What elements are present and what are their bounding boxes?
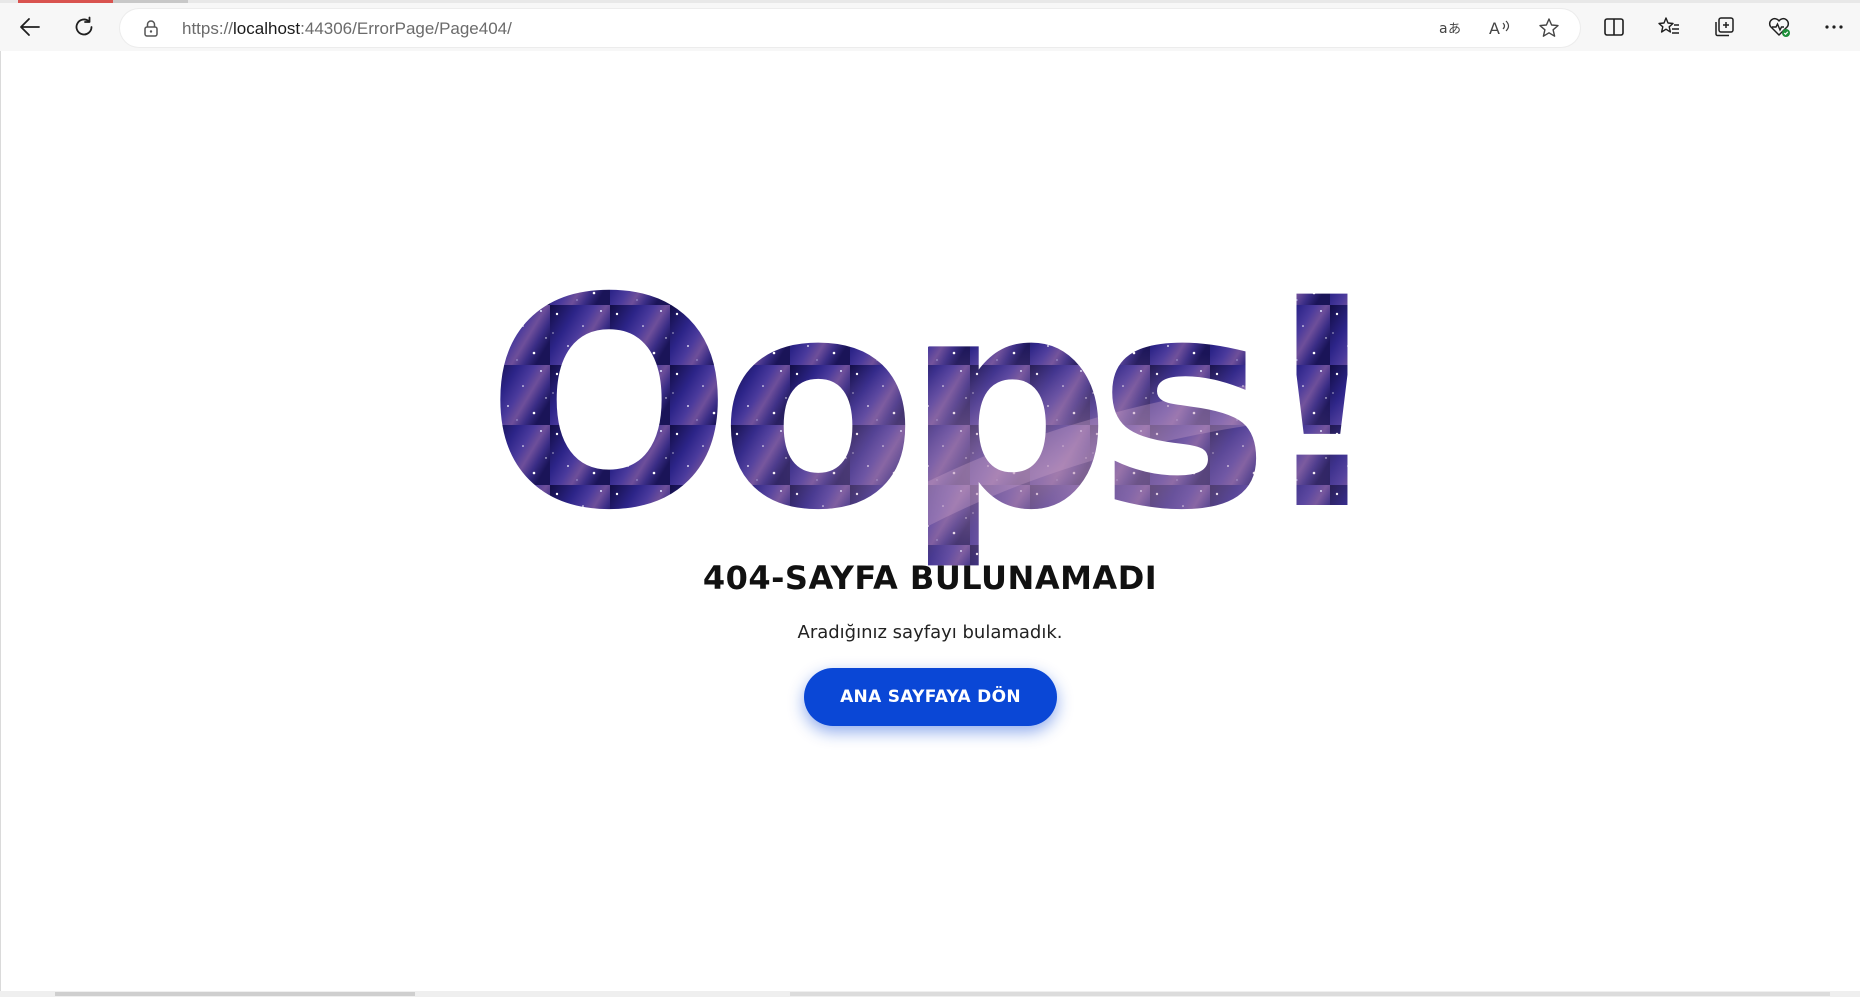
horizontal-scrollbar[interactable] — [0, 991, 1860, 997]
refresh-button[interactable] — [64, 7, 104, 47]
lock-icon[interactable] — [142, 19, 160, 37]
url-scheme: https:// — [182, 19, 234, 38]
scrollbar-track-segment — [790, 992, 1830, 996]
url-host: localhost — [233, 19, 301, 38]
back-button[interactable] — [10, 7, 50, 47]
svg-text:あ: あ — [1448, 22, 1461, 37]
svg-text:A: A — [1489, 19, 1500, 38]
address-bar[interactable]: https://localhost:44306/ErrorPage/Page40… — [120, 9, 1580, 47]
page-subtitle: Aradığınız sayfayı bulamadık. — [797, 622, 1063, 643]
browser-essentials-icon[interactable] — [1759, 7, 1799, 47]
url-path: :44306/ErrorPage/Page404/ — [300, 19, 512, 38]
home-button[interactable]: ANA SAYFAYA DÖN — [804, 668, 1057, 726]
browser-toolbar: https://localhost:44306/ErrorPage/Page40… — [0, 3, 1860, 51]
page-title: 404-SAYFA BULUNAMADI — [702, 559, 1158, 597]
refresh-icon — [75, 16, 93, 36]
svg-text:a: a — [1439, 21, 1448, 37]
back-arrow-icon — [20, 18, 40, 36]
split-screen-icon[interactable] — [1594, 7, 1634, 47]
star-icon[interactable] — [1536, 16, 1562, 40]
scrollbar-thumb[interactable] — [55, 992, 415, 996]
collections-icon[interactable] — [1704, 7, 1744, 47]
translate-icon[interactable]: a あ — [1437, 16, 1463, 40]
url-text[interactable]: https://localhost:44306/ErrorPage/Page40… — [182, 19, 512, 39]
more-icon[interactable] — [1814, 7, 1854, 47]
read-aloud-icon[interactable]: A — [1487, 16, 1513, 40]
favorites-list-icon[interactable] — [1649, 7, 1689, 47]
